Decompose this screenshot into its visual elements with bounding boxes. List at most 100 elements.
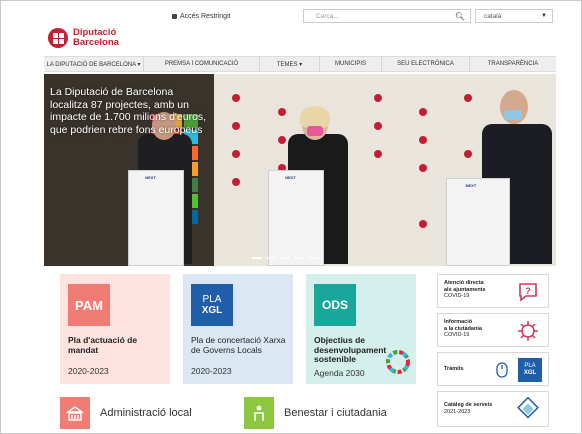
language-value: català [484, 12, 502, 20]
pla-xgl-badge-icon: PLA XGL [191, 284, 233, 326]
nav-item-seu-electronica[interactable]: SEU ELECTRÒNICA [382, 56, 470, 72]
site-logo[interactable]: Diputació Barcelona [48, 28, 119, 48]
side-link-atencio[interactable]: Atenció directa als ajuntaments COVID-19… [437, 274, 549, 308]
backdrop-logo-icon [374, 122, 382, 130]
card-pam-sub: 2020-2023 [68, 366, 109, 376]
card-ods-sub: Agenda 2030 [314, 368, 365, 378]
hero-headline[interactable]: La Diputació de Barcelona localitza 87 p… [50, 86, 210, 136]
badge-line2: XGL [523, 370, 537, 376]
lock-icon [172, 13, 177, 19]
card-pla-xgl-sub: 2020-2023 [191, 366, 232, 376]
nav-item-diputacio[interactable]: LA DIPUTACIÓ DE BARCELONA ▾ [44, 56, 144, 72]
label-line1: Catàleg de serveis [444, 402, 493, 408]
label-line1: Informació [444, 319, 473, 325]
label-sub: COVID-19 [444, 293, 470, 299]
restricted-access-link[interactable]: Accés Restringit [172, 7, 231, 25]
logo-line2: Barcelona [73, 37, 119, 48]
backdrop-logo-icon [232, 150, 240, 158]
label-sub: 2021-2023 [444, 408, 471, 415]
lectern-center: NEXT [268, 170, 324, 266]
search-icon[interactable]: 🔍︎ [455, 12, 465, 21]
virus-icon [518, 321, 538, 341]
backdrop-logo-icon [419, 108, 427, 116]
diputacio-logo-icon [48, 28, 68, 48]
side-link-tramits-label: Tràmits [444, 366, 504, 373]
side-link-tramits[interactable]: Tràmits PLA XGL [437, 352, 549, 386]
face-mask [307, 126, 323, 136]
mouse-icon [496, 362, 508, 378]
card-ods[interactable]: ODS Objectius de desenvolupament sosteni… [306, 274, 416, 384]
side-link-cataleg-label: Catàleg de serveis 2021-2023 [444, 402, 504, 415]
side-link-atencio-label: Atenció directa als ajuntaments COVID-19 [444, 280, 504, 300]
page: Accés Restringit Cerca... 🔍︎ català ▼ Di… [44, 4, 556, 430]
logo-text: Diputació Barcelona [73, 28, 119, 48]
backdrop-logo-icon [374, 150, 382, 158]
lectern-brand: NEXT [465, 183, 477, 188]
speaker-center-hair [300, 106, 330, 128]
lectern-right: NEXT [446, 178, 510, 266]
backdrop-logo-icon [464, 94, 472, 102]
hero-carousel[interactable]: NEXT NEXT NEXT La Diputació de Barcelona… [44, 74, 556, 266]
side-link-cataleg[interactable]: Catàleg de serveis 2021-2023 [437, 391, 549, 427]
search-placeholder: Cerca... [316, 12, 339, 20]
backdrop-logo-icon [232, 94, 240, 102]
badge-line1: PLA [524, 363, 536, 369]
label-line2: als ajuntaments [444, 286, 486, 293]
nav-item-temes[interactable]: TEMES ▾ [260, 56, 320, 72]
side-link-informacio[interactable]: Informació a la ciutadania COVID-19 [437, 313, 549, 347]
backdrop-logo-icon [464, 150, 472, 158]
badge-line2: XGL [201, 305, 223, 316]
building-icon [60, 397, 90, 429]
chat-question-icon: ? [519, 283, 537, 302]
nav-item-transparencia[interactable]: TRANSPARÈNCIA [470, 56, 556, 72]
person-icon [244, 397, 274, 429]
card-pla-xgl[interactable]: PLA XGL Pla de concertació Xarxa de Gove… [183, 274, 293, 384]
carousel-dot[interactable] [266, 257, 276, 259]
link-benestar-ciutadania[interactable]: Benestar i ciutadania [244, 397, 387, 429]
nav-item-premsa[interactable]: PREMSA I COMUNICACIÓ [144, 56, 260, 72]
label-line1: Tràmits [444, 366, 464, 372]
catalog-icon [517, 397, 539, 419]
backdrop-logo-icon [278, 136, 286, 144]
backdrop-logo-icon [278, 108, 286, 116]
label-line1: Atenció directa [444, 280, 484, 286]
ods-badge-icon: ODS [314, 284, 356, 326]
lectern-brand: NEXT [145, 175, 156, 180]
language-select[interactable]: català ▼ [475, 9, 553, 23]
nav-item-municipis[interactable]: MUNICIPIS [320, 56, 382, 72]
benestar-ciutadania-label: Benestar i ciutadania [284, 407, 387, 419]
restricted-access-label: Accés Restringit [180, 12, 231, 20]
card-pla-xgl-title: Pla de concertació Xarxa de Governs Loca… [191, 335, 286, 355]
backdrop-logo-icon [232, 178, 240, 186]
carousel-dot[interactable] [308, 257, 318, 259]
link-administracio-local[interactable]: Administració local [60, 397, 192, 429]
badge-line1: PLA [202, 294, 222, 305]
card-pam[interactable]: PAM Pla d'actuació de mandat 2020-2023 [60, 274, 170, 384]
side-link-informacio-label: Informació a la ciutadania COVID-19 [444, 319, 504, 339]
svg-text:?: ? [525, 286, 531, 296]
label-line2: a la ciutadania [444, 325, 482, 332]
chevron-down-icon: ▼ [541, 13, 547, 19]
card-pam-title: Pla d'actuació de mandat [68, 335, 138, 355]
lectern-brand: NEXT [285, 175, 296, 180]
backdrop-logo-icon [419, 164, 427, 172]
plaxgl-mouse-icon: PLA XGL [518, 358, 542, 382]
carousel-dot[interactable] [280, 257, 290, 259]
carousel-dot[interactable] [294, 257, 304, 259]
lectern-left: NEXT [128, 170, 184, 266]
backdrop-logo-icon [419, 220, 427, 228]
sdg-wheel-icon [386, 350, 410, 374]
search-input[interactable]: Cerca... 🔍︎ [303, 9, 471, 23]
pam-badge-icon: PAM [68, 284, 110, 326]
card-ods-title: Objectius de desenvolupament sostenible [314, 335, 387, 364]
administracio-local-label: Administració local [100, 407, 192, 419]
face-mask [504, 110, 522, 120]
backdrop-logo-icon [374, 94, 382, 102]
carousel-indicators [252, 257, 318, 259]
backdrop-logo-icon [419, 136, 427, 144]
utility-bar: Accés Restringit Cerca... 🔍︎ català ▼ [44, 7, 556, 25]
carousel-dot[interactable] [252, 257, 262, 259]
label-sub: COVID-19 [444, 332, 470, 338]
backdrop-logo-icon [232, 122, 240, 130]
main-nav: LA DIPUTACIÓ DE BARCELONA ▾ PREMSA I COM… [44, 56, 556, 72]
